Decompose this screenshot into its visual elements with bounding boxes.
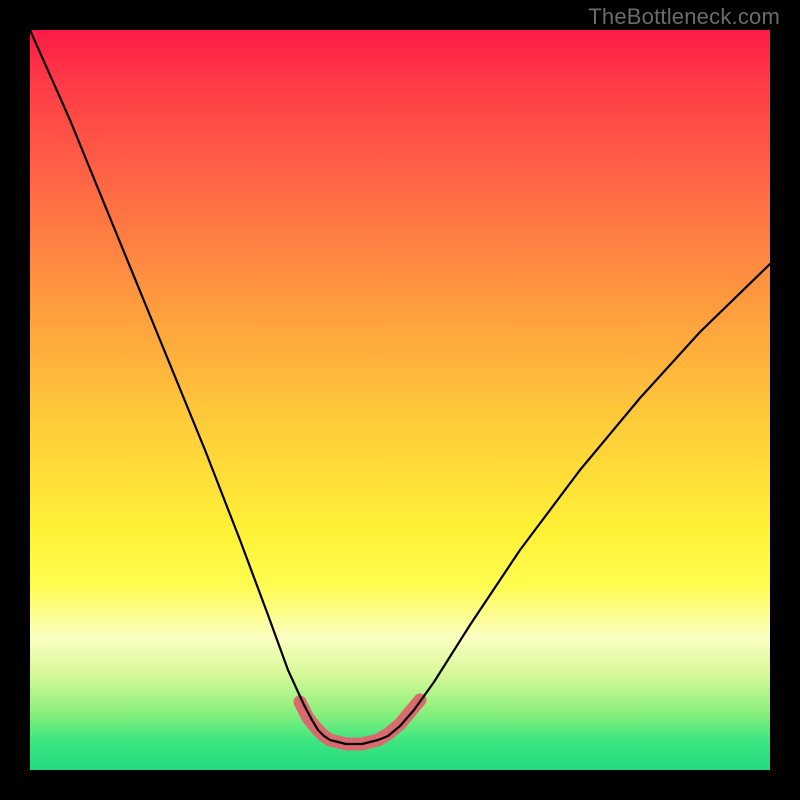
optimal-zone-highlight — [300, 700, 420, 744]
watermark-text: TheBottleneck.com — [588, 4, 780, 30]
curve-svg — [30, 30, 770, 770]
bottleneck-curve — [30, 30, 770, 744]
plot-gradient-area — [30, 30, 770, 770]
chart-frame: TheBottleneck.com — [0, 0, 800, 800]
